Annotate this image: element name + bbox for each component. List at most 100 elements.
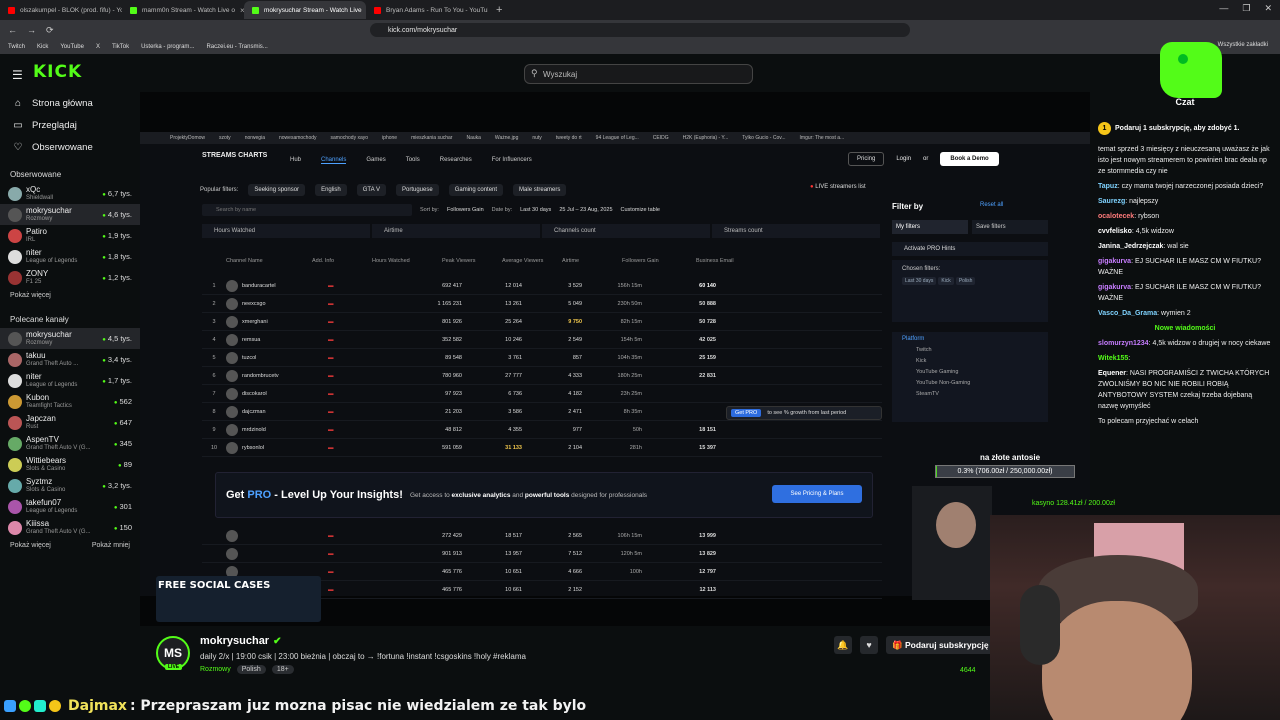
sc-menu-item[interactable]: For Influencers [492,157,532,164]
sidebar-channel[interactable]: niterLeague of Legends 1,7 tys. [0,370,140,391]
table-row[interactable]: 9 mrdzinold ▬ 48 812 4 355 977 50h 18 151 [202,421,882,439]
channel-name[interactable]: banduracartel [242,283,328,289]
filter-chip[interactable]: Gaming content [448,184,504,196]
table-row[interactable]: 7 discokarol ▬ 97 923 6 736 4 182 23h 25m [202,385,882,403]
nav-item-0[interactable]: ⌂ Strona główna [0,92,140,114]
save-filters-tab[interactable]: Save filters [972,220,1048,234]
sidebar-channel[interactable]: JapczanRust 647 [0,412,140,433]
sc-menu-item[interactable]: Hub [290,157,301,164]
sidebar-channel[interactable]: ZONYF1 25 1,2 tys. [0,267,140,288]
chosen-filter-chip[interactable]: Last 30 days [902,277,937,285]
channel-name[interactable]: discokarol [242,391,328,397]
sidebar-channel[interactable]: niterLeague of Legends 1,8 tys. [0,246,140,267]
address-bar[interactable]: kick.com/mokrysuchar [370,23,910,37]
chat-username[interactable]: Vasco_Da_Grama [1098,310,1157,317]
forward-icon[interactable]: → [27,25,36,35]
kick-logo[interactable]: KICK [33,62,82,82]
see-pricing-button[interactable]: See Pricing & Plans [772,485,862,503]
platform-option[interactable]: Twitch [916,347,1038,353]
reload-icon[interactable]: ⟳ [46,25,54,36]
channel-name[interactable]: rybsonlol [242,445,328,451]
platform-option[interactable]: SteamTV [916,391,1038,397]
sc-menu-item[interactable]: Researches [440,157,472,164]
channel-name[interactable]: randombrucetv [242,373,328,379]
live-streamers-link[interactable]: LIVE streamers list [810,184,865,190]
sidebar-channel[interactable]: KubonTeamfight Tactics 562 [0,391,140,412]
sidebar-channel[interactable]: WittiebearsSlots & Casino 89 [0,454,140,475]
metric-tab[interactable]: Hours Watched [202,224,370,238]
customize-table-button[interactable]: Customize table [621,207,660,213]
sidebar-channel[interactable]: SyztmzSlots & Casino 3,2 tys. [0,475,140,496]
sidebar-channel[interactable]: xQcShieldwall 6,7 tys. [0,183,140,204]
bookmark-item[interactable]: Kick [37,44,48,50]
channel-name[interactable]: neexcsgo [242,301,328,307]
chat-username[interactable]: Saurezg [1098,198,1125,205]
show-more-button[interactable]: Pokaż więcej [10,542,51,549]
date-by-select[interactable]: Last 30 days [520,207,551,213]
browser-tab[interactable]: mamm0n Stream - Watch Live o × [122,1,244,19]
chat-username[interactable]: gigakurva [1098,284,1131,291]
channel-name[interactable]: tuzcol [242,355,328,361]
filter-chip[interactable]: Seeking sponsor [248,184,306,196]
nav-item-2[interactable]: ♡ Obserwowane [0,136,140,158]
sc-menu-item[interactable]: Games [366,157,385,164]
table-row[interactable]: 4 remsua ▬ 352 582 10 246 2 549 154h 5m 42 025 [202,331,882,349]
nav-item-1[interactable]: ▭ Przeglądaj [0,114,140,136]
new-tab-icon[interactable]: + [488,4,510,16]
chat-username[interactable]: Equener [1098,370,1126,377]
table-row[interactable]: 6 randombrucetv ▬ 780 960 27 777 4 333 180h 25… [202,367,882,385]
platform-option[interactable]: YouTube Gaming [916,369,1038,375]
platform-option[interactable]: Kick [916,358,1038,364]
filter-chip[interactable]: English [315,184,347,196]
bookmark-item[interactable]: YouTube [60,44,84,50]
reset-all-button[interactable]: Reset all [980,202,1003,208]
sidebar-channel[interactable]: AspenTVGrand Theft Auto V (G... 345 [0,433,140,454]
table-row[interactable]: ▬ 901 913 13 957 7 512 120h 5m 13 829 [202,545,882,563]
chat-username[interactable]: gigakurva [1098,258,1131,265]
table-row[interactable]: 5 tuzcol ▬ 89 548 3 761 857 104h 35m 25 159 [202,349,882,367]
tag-18[interactable]: 18+ [271,665,294,674]
category-link[interactable]: Rozmowy [200,666,231,673]
table-row[interactable]: 3 xmerghani ▬ 801 926 25 264 9 750 82h 15m 50 7… [202,313,882,331]
channel-name[interactable]: mrdzinold [242,427,328,433]
table-row[interactable]: 2 neexcsgo ▬ 1 165 231 13 261 5 049 230h 50m 50… [202,295,882,313]
tag-polish[interactable]: Polish [236,665,266,674]
platform-option[interactable]: YouTube Non-Gaming [916,380,1038,386]
sidebar-channel[interactable]: mokrysucharRozmowy 4,6 tys. [0,204,140,225]
chosen-filter-chip[interactable]: Kick [938,277,954,285]
filter-chip[interactable]: GTA V [356,184,386,196]
metric-tab[interactable]: Streams count [712,224,880,238]
metric-tab[interactable]: Airtime [372,224,540,238]
chat-username[interactable]: Witek155 [1098,355,1128,362]
chosen-filter-chip[interactable]: Polish [955,277,976,285]
show-less-button[interactable]: Pokaż mniej [92,542,130,549]
chat-username[interactable]: slomurzyn1234 [1098,340,1149,347]
sidebar-channel[interactable]: takuuGrand Theft Auto ... 3,4 tys. [0,349,140,370]
my-filters-tab[interactable]: My filters [892,220,968,234]
metric-tab[interactable]: Channels count [542,224,710,238]
bookmark-item[interactable]: Raczei.eu - Transmis... [206,44,267,50]
channel-name[interactable]: dajczman [242,409,328,415]
bookmark-item[interactable]: Usterka - program... [141,44,194,50]
date-range-select[interactable]: 25 Jul – 23 Aug, 2025 [559,207,612,213]
sidebar-channel[interactable]: KiiissaGrand Theft Auto V (G... 150 [0,517,140,538]
login-link[interactable]: Login [896,156,911,162]
gift-sub-button[interactable]: 🎁 Podaruj subskrypcję [886,636,996,654]
search-input[interactable]: ⚲ Wyszukaj [524,64,753,84]
back-icon[interactable]: ← [8,25,17,35]
sc-menu-item[interactable]: Channels [321,157,347,164]
channel-name[interactable]: mokrysuchar ✔ [200,635,281,647]
getpro-tooltip-button[interactable]: Get PRO [731,409,762,417]
channel-name[interactable]: remsua [242,337,328,343]
browser-tab[interactable]: mokrysuchar Stream - Watch Live× [244,1,366,19]
browser-tab[interactable]: olszakumpel - BLOK (prod. fifu) - Yo× [0,1,122,19]
sidebar-channel[interactable]: PatiroIRL 1,9 tys. [0,225,140,246]
chat-username[interactable]: cvvfelisko [1098,228,1132,235]
all-bookmarks[interactable]: Wszystkie zakładki [1218,42,1268,48]
channel-search-input[interactable]: Search by name [202,204,412,216]
heart-icon[interactable]: ♥ [860,636,878,654]
filter-chip[interactable]: Portuguese [395,184,439,196]
channel-name[interactable]: xmerghani [242,319,328,325]
table-row[interactable]: ▬ 272 429 18 517 2 565 106h 15m 13 999 [202,527,882,545]
table-row[interactable]: 10 rybsonlol ▬ 591 059 31 133 2 104 281h 15 397 [202,439,882,457]
